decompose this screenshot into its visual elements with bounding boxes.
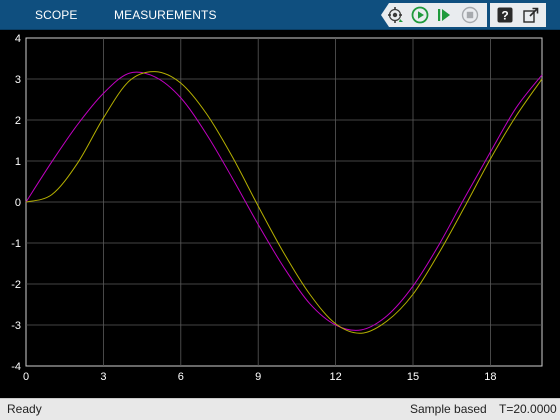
status-bar: Ready Sample based T=20.0000 [0, 398, 560, 420]
y-tick-label: -1 [11, 238, 21, 250]
scope-toolbar: SCOPE MEASUREMENTS ? [0, 0, 560, 30]
settings-gear-icon[interactable] [387, 6, 405, 24]
x-tick-label: 12 [329, 371, 341, 383]
x-tick-label: 0 [23, 371, 29, 383]
x-tick-label: 6 [178, 371, 184, 383]
status-time: T=20.0000 [499, 402, 557, 416]
x-tick-label: 9 [255, 371, 261, 383]
y-tick-label: -2 [11, 279, 21, 291]
y-tick-label: 2 [15, 115, 21, 127]
x-tick-label: 15 [407, 371, 419, 383]
y-tick-label: -4 [11, 361, 21, 373]
y-tick-label: 4 [15, 33, 21, 45]
y-tick-label: -3 [11, 320, 21, 332]
undock-icon[interactable] [522, 6, 540, 24]
simulation-controls [381, 3, 487, 27]
tab-measurements[interactable]: MEASUREMENTS [114, 0, 217, 30]
stop-icon[interactable] [461, 6, 479, 24]
window-controls: ? [490, 3, 546, 27]
scope-plot[interactable]: 0 3 6 9 12 15 18 4 3 2 1 0 -1 -2 -3 -4 [0, 30, 560, 398]
x-tick-label: 18 [484, 371, 496, 383]
y-tick-label: 1 [15, 156, 21, 168]
y-tick-label: 0 [15, 197, 21, 209]
step-forward-icon[interactable] [435, 6, 453, 24]
status-mode: Sample based [410, 402, 487, 416]
help-icon[interactable]: ? [496, 6, 514, 24]
x-tick-label: 3 [100, 371, 106, 383]
y-tick-label: 3 [15, 74, 21, 86]
scope-display: 0 3 6 9 12 15 18 4 3 2 1 0 -1 -2 -3 -4 [0, 30, 560, 398]
svg-text:?: ? [501, 8, 508, 22]
tab-scope[interactable]: SCOPE [35, 0, 78, 30]
status-ready: Ready [7, 402, 42, 416]
run-icon[interactable] [411, 6, 429, 24]
